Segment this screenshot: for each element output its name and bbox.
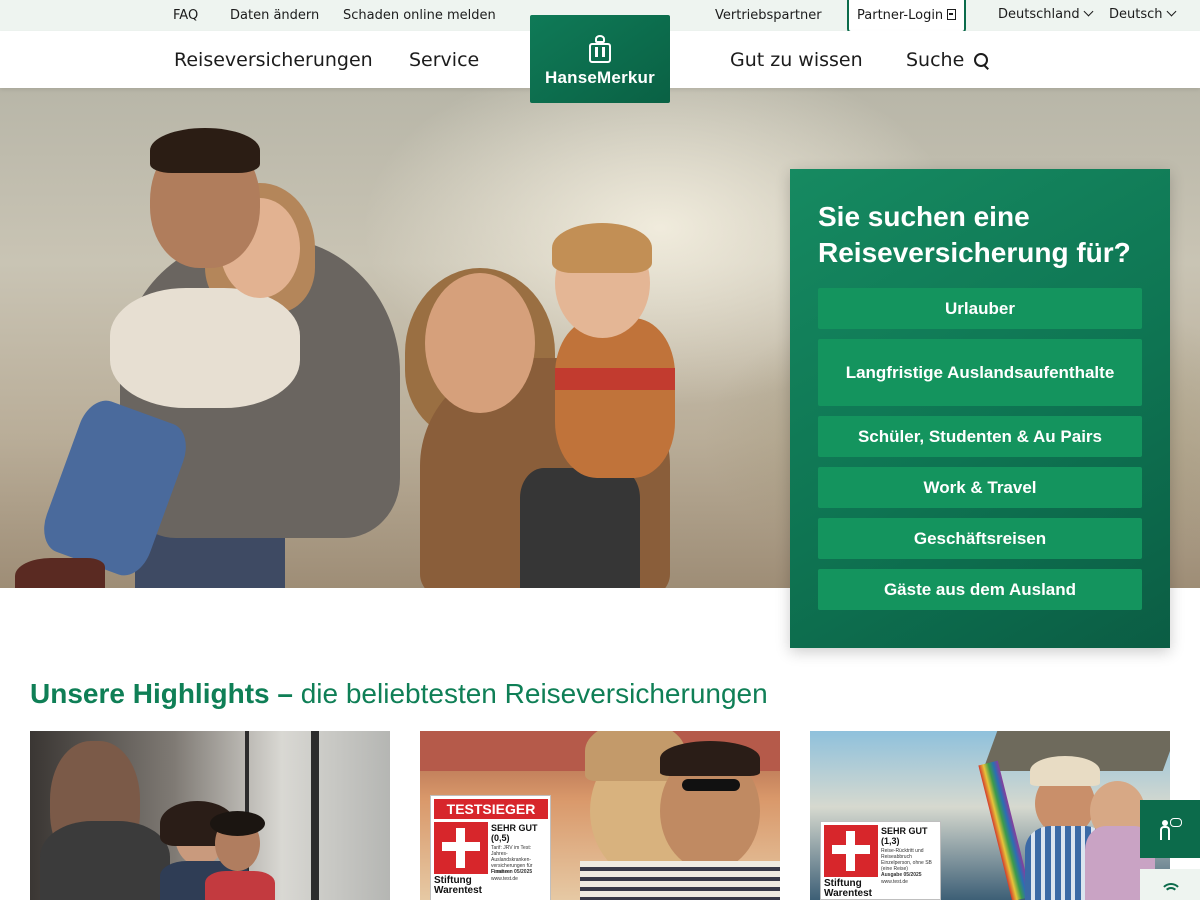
option-urlauber[interactable]: Urlauber xyxy=(818,288,1142,329)
hansemerkur-logo[interactable]: HanseMerkur xyxy=(530,15,670,103)
badge-org: Stiftung Warentest xyxy=(434,876,482,896)
stiftung-warentest-plus-icon xyxy=(434,822,488,874)
callback-button[interactable] xyxy=(1140,869,1200,900)
login-icon xyxy=(947,9,957,20)
nav-gut-zu-wissen[interactable]: Gut zu wissen xyxy=(730,49,863,71)
chat-button[interactable] xyxy=(1140,800,1200,858)
badge-issue: Finanzen 05/2025 xyxy=(491,869,533,875)
language-dropdown[interactable]: Deutsch xyxy=(1109,6,1176,22)
nav-search[interactable]: Suche xyxy=(906,49,989,71)
badge-url: www.test.de xyxy=(491,876,518,882)
badge-score: (0,5) xyxy=(491,833,510,843)
badge-org: Stiftung Warentest xyxy=(824,879,872,899)
stiftung-warentest-plus-icon xyxy=(824,825,878,877)
option-work-travel[interactable]: Work & Travel xyxy=(818,467,1142,508)
highlights-heading-rest: die beliebtesten Reiseversicherungen xyxy=(292,678,768,709)
insurance-selector: Sie suchen eine Reiseversicherung für? U… xyxy=(790,169,1170,648)
search-label: Suche xyxy=(906,49,965,71)
badge-testsieger-label: TESTSIEGER xyxy=(434,799,548,819)
chevron-down-icon xyxy=(1083,6,1094,17)
badge-rating-text: SEHR GUT xyxy=(881,826,928,836)
country-label: Deutschland xyxy=(998,7,1080,22)
schaden-melden-link[interactable]: Schaden online melden xyxy=(343,8,496,23)
partner-login-label: Partner-Login xyxy=(857,8,944,23)
badge-org-line2: Warentest xyxy=(434,885,482,896)
badge-detail: Reise-Rücktritt und Reiseabbruch Einzelp… xyxy=(881,848,932,872)
partner-login-button[interactable]: Partner-Login xyxy=(847,0,966,33)
highlight-card-jahres-auslandskranken[interactable]: TESTSIEGER SEHR GUT (0,5) Tarif: JRV im T… xyxy=(420,731,780,900)
highlights-heading-strong: Unsere Highlights – xyxy=(30,678,293,709)
selector-title: Sie suchen eine Reiseversicherung für? xyxy=(818,201,1131,268)
badge-org-line2: Warentest xyxy=(824,888,872,899)
option-schueler-studenten[interactable]: Schüler, Studenten & Au Pairs xyxy=(818,416,1142,457)
badge-issue: Ausgabe 05/2025 xyxy=(881,872,922,878)
logo-text: HanseMerkur xyxy=(545,68,655,87)
badge-rating: SEHR GUT (0,5) xyxy=(491,823,538,843)
highlights-heading: Unsere Highlights – die beliebtesten Rei… xyxy=(30,678,768,710)
daten-aendern-link[interactable]: Daten ändern xyxy=(230,8,319,23)
option-langfristige-auslandsaufenthalte[interactable]: Langfristige Auslandsaufenthalte xyxy=(818,339,1142,406)
badge-score: (1,3) xyxy=(881,836,900,846)
chevron-down-icon xyxy=(1166,6,1176,17)
chat-icon xyxy=(1160,818,1182,840)
nav-reiseversicherungen[interactable]: Reiseversicherungen xyxy=(174,49,373,71)
testsieger-badge: TESTSIEGER SEHR GUT (0,5) Tarif: JRV im T… xyxy=(430,795,551,900)
logo-mark-icon xyxy=(587,35,613,65)
badge-url: www.test.de xyxy=(881,879,908,885)
option-geschaeftsreisen[interactable]: Geschäftsreisen xyxy=(818,518,1142,559)
faq-link[interactable]: FAQ xyxy=(173,8,198,23)
badge-rating-text: SEHR GUT xyxy=(491,823,538,833)
badge-rating: SEHR GUT (1,3) xyxy=(881,826,928,846)
stiftung-warentest-badge: SEHR GUT (1,3) Reise-Rücktritt und Reisea… xyxy=(820,821,941,900)
highlight-card-reiseruecktritt[interactable]: SEHR GUT (1,3) Reise-Rücktritt und Reisea… xyxy=(810,731,1170,900)
vertriebspartner-link[interactable]: Vertriebspartner xyxy=(715,8,822,23)
option-gaeste-aus-dem-ausland[interactable]: Gäste aus dem Ausland xyxy=(818,569,1142,610)
search-icon xyxy=(974,53,989,67)
nav-service[interactable]: Service xyxy=(409,49,479,71)
highlight-card-students[interactable] xyxy=(30,731,390,900)
country-dropdown[interactable]: Deutschland xyxy=(998,6,1094,22)
call-icon xyxy=(1160,883,1182,900)
language-label: Deutsch xyxy=(1109,7,1163,22)
